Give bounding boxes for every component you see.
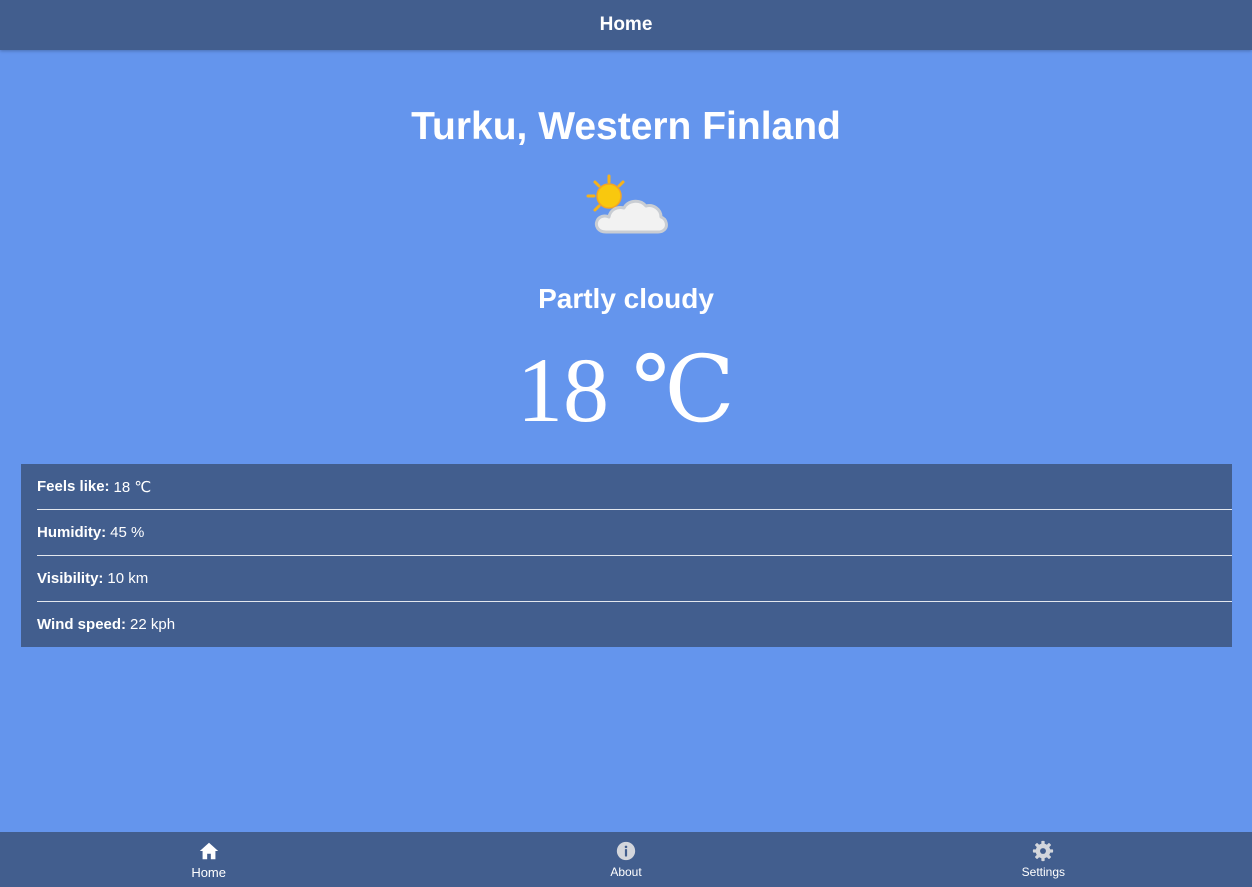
detail-value: 18 ℃ <box>113 478 152 496</box>
detail-label: Visibility: <box>37 570 104 587</box>
bottom-navigation: Home About Settings <box>0 832 1252 887</box>
nav-label-about: About <box>610 865 642 879</box>
nav-label-home: Home <box>191 864 226 880</box>
detail-value: 10 km <box>107 570 149 587</box>
page-title: Home <box>599 14 653 35</box>
info-icon <box>616 841 636 861</box>
nav-label-settings: Settings <box>1021 865 1065 879</box>
weather-condition: Partly cloudy <box>538 283 714 314</box>
top-app-bar: Home <box>0 0 1252 50</box>
nav-item-home[interactable]: Home <box>0 832 417 887</box>
detail-value: 22 kph <box>130 616 176 633</box>
partly-cloudy-icon <box>586 174 668 234</box>
detail-value: 45 % <box>110 524 145 541</box>
weather-details-list: Feels like: 18 ℃ Humidity: 45 % Visibili… <box>21 464 1232 647</box>
nav-item-about[interactable]: About <box>417 832 834 887</box>
nav-item-settings[interactable]: Settings <box>835 832 1252 887</box>
home-icon <box>199 842 218 859</box>
detail-row-humidity: Humidity: 45 % <box>37 510 1232 556</box>
current-temperature: 18 ℃ <box>517 339 735 441</box>
location-title: Turku, Western Finland <box>411 105 841 148</box>
detail-row-feels-like: Feels like: 18 ℃ <box>37 464 1232 510</box>
sun-icon <box>586 174 625 212</box>
detail-row-wind-speed: Wind speed: 22 kph <box>37 602 1232 647</box>
gear-icon <box>1033 840 1054 862</box>
detail-row-visibility: Visibility: 10 km <box>37 556 1232 602</box>
detail-label: Wind speed: <box>37 616 127 633</box>
detail-label: Feels like: <box>37 478 110 495</box>
detail-label: Humidity: <box>37 524 107 541</box>
